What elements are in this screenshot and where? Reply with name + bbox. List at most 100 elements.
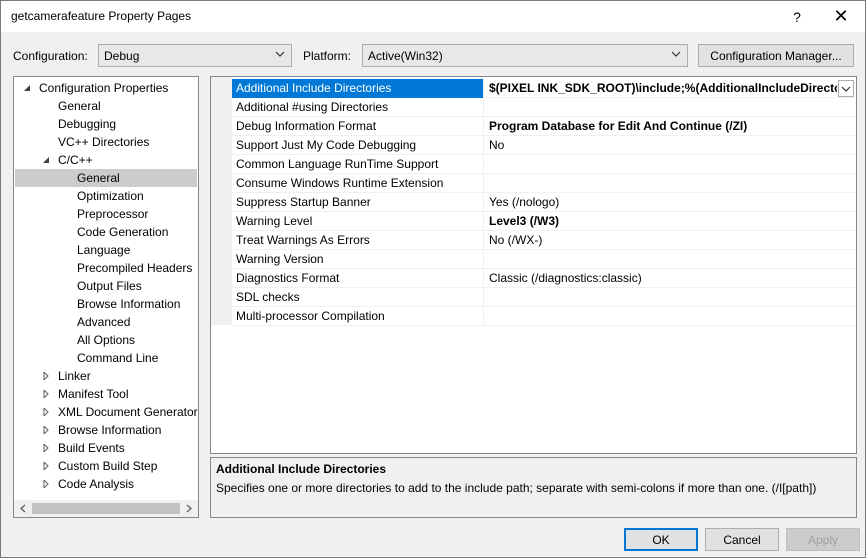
tree-item-label: Manifest Tool <box>58 387 129 401</box>
tree-item[interactable]: Browse Information <box>15 421 197 439</box>
property-value[interactable] <box>485 174 856 193</box>
property-row[interactable]: Diagnostics Format Classic (/diagnostics:… <box>232 269 856 288</box>
tree-item-label: VC++ Directories <box>58 135 150 149</box>
tree-item[interactable]: Optimization <box>15 187 197 205</box>
tree-item-label: Preprocessor <box>77 207 149 221</box>
scroll-right-icon[interactable] <box>185 504 193 513</box>
tree-item[interactable]: Code Analysis <box>15 475 197 493</box>
property-name: Debug Information Format <box>232 117 484 136</box>
collapsed-caret-icon[interactable] <box>42 444 50 452</box>
tree-item[interactable]: Command Line <box>15 349 197 367</box>
tree-item-label: Command Line <box>77 351 159 365</box>
tree-item[interactable]: Language <box>15 241 197 259</box>
property-value[interactable] <box>485 307 856 326</box>
property-row[interactable]: Common Language RunTime Support <box>232 155 856 174</box>
tree-item-label: C/C++ <box>58 153 93 167</box>
tree-item-label: Code Analysis <box>58 477 135 491</box>
close-button[interactable]: ✕ <box>819 1 863 32</box>
property-row[interactable]: Multi-processor Compilation <box>232 307 856 326</box>
configuration-manager-button[interactable]: Configuration Manager... <box>698 44 854 67</box>
tree-item-label: XML Document Generator <box>58 405 198 419</box>
collapsed-caret-icon[interactable] <box>42 462 50 470</box>
property-name: Diagnostics Format <box>232 269 484 288</box>
collapsed-caret-icon[interactable] <box>42 390 50 398</box>
property-row[interactable]: SDL checks <box>232 288 856 307</box>
tree-item[interactable]: Advanced <box>15 313 197 331</box>
property-grid[interactable]: Additional Include Directories $(PIXEL IN… <box>210 76 857 454</box>
property-value[interactable]: $(PIXEL INK_SDK_ROOT)\include;%(Addition… <box>485 79 837 98</box>
property-row[interactable]: Consume Windows Runtime Extension <box>232 174 856 193</box>
tree-item-label: Debugging <box>58 117 117 131</box>
tree-item[interactable]: XML Document Generator <box>15 403 198 421</box>
property-row[interactable]: Treat Warnings As Errors No (/WX-) <box>232 231 856 250</box>
property-value[interactable] <box>485 288 856 307</box>
property-name: Warning Level <box>232 212 484 231</box>
property-row[interactable]: Additional #using Directories <box>232 98 856 117</box>
property-name: Multi-processor Compilation <box>232 307 484 326</box>
help-button[interactable]: ? <box>775 1 819 32</box>
property-row[interactable]: Additional Include Directories $(PIXEL IN… <box>232 79 856 98</box>
tree-item[interactable]: Configuration Properties <box>15 79 197 97</box>
expanded-caret-icon[interactable] <box>23 84 31 92</box>
tree-item[interactable]: Custom Build Step <box>15 457 197 475</box>
tree-item[interactable]: Manifest Tool <box>15 385 197 403</box>
tree-item[interactable]: Precompiled Headers <box>15 259 197 277</box>
property-value[interactable]: Level3 (/W3) <box>485 212 856 231</box>
description-text: Specifies one or more directories to add… <box>216 481 817 495</box>
property-row[interactable]: Debug Information Format Program Database… <box>232 117 856 136</box>
tree-item[interactable]: Linker <box>15 367 197 385</box>
platform-dropdown[interactable]: Active(Win32) <box>362 44 688 67</box>
property-value[interactable]: Program Database for Edit And Continue (… <box>485 117 856 136</box>
tree-item-label: Advanced <box>77 315 131 329</box>
tree-item[interactable]: Debugging <box>15 115 197 133</box>
apply-button[interactable]: Apply <box>786 528 860 551</box>
tree-item[interactable]: Output Files <box>15 277 197 295</box>
property-value[interactable]: Classic (/diagnostics:classic) <box>485 269 856 288</box>
property-row[interactable]: Suppress Startup Banner Yes (/nologo) <box>232 193 856 212</box>
tree-item[interactable]: VC++ Directories <box>15 133 197 151</box>
scroll-left-icon[interactable] <box>19 504 27 513</box>
property-name: Consume Windows Runtime Extension <box>232 174 484 193</box>
tree-item-label: Linker <box>58 369 91 383</box>
expanded-caret-icon[interactable] <box>42 156 50 164</box>
tree-item[interactable]: Browse Information <box>15 295 197 313</box>
tree-item-label: All Options <box>77 333 136 347</box>
tree-item[interactable]: All Options <box>15 331 197 349</box>
tree-horizontal-scrollbar[interactable] <box>14 500 198 517</box>
cancel-button[interactable]: Cancel <box>705 528 779 551</box>
property-value[interactable] <box>485 250 856 269</box>
property-value[interactable] <box>485 98 856 117</box>
property-value[interactable]: No <box>485 136 856 155</box>
settings-tree[interactable]: Configuration Properties General Debugging… <box>13 76 199 518</box>
property-row[interactable]: Warning Version <box>232 250 856 269</box>
value-dropdown-button[interactable] <box>838 80 854 97</box>
property-value[interactable]: No (/WX-) <box>485 231 856 250</box>
chevron-down-icon <box>671 51 681 57</box>
property-row[interactable]: Support Just My Code Debugging No <box>232 136 856 155</box>
tree-item-label: Precompiled Headers <box>77 261 193 275</box>
tree-item[interactable]: General <box>15 97 197 115</box>
property-name: Suppress Startup Banner <box>232 193 484 212</box>
property-name: Additional #using Directories <box>232 98 484 117</box>
collapsed-caret-icon[interactable] <box>42 480 50 488</box>
property-name: Additional Include Directories <box>232 79 484 98</box>
scrollbar-thumb[interactable] <box>32 503 180 514</box>
tree-item[interactable]: Code Generation <box>15 223 197 241</box>
platform-label: Platform: <box>303 49 352 63</box>
collapsed-caret-icon[interactable] <box>42 372 50 380</box>
property-value[interactable]: Yes (/nologo) <box>485 193 856 212</box>
tree-item-label: Browse Information <box>77 297 181 311</box>
tree-item[interactable]: C/C++ <box>15 151 197 169</box>
property-pages-window: getcamerafeature Property Pages ? ✕ Conf… <box>0 0 866 558</box>
tree-item[interactable]: Build Events <box>15 439 197 457</box>
tree-item[interactable]: Preprocessor <box>15 205 197 223</box>
close-icon: ✕ <box>833 6 849 26</box>
configuration-dropdown[interactable]: Debug <box>98 44 292 67</box>
property-row[interactable]: Warning Level Level3 (/W3) <box>232 212 856 231</box>
property-value[interactable] <box>485 155 856 174</box>
platform-value: Active(Win32) <box>368 49 443 63</box>
collapsed-caret-icon[interactable] <box>42 408 50 416</box>
collapsed-caret-icon[interactable] <box>42 426 50 434</box>
tree-item[interactable]: General <box>15 169 197 187</box>
ok-button[interactable]: OK <box>624 528 698 551</box>
